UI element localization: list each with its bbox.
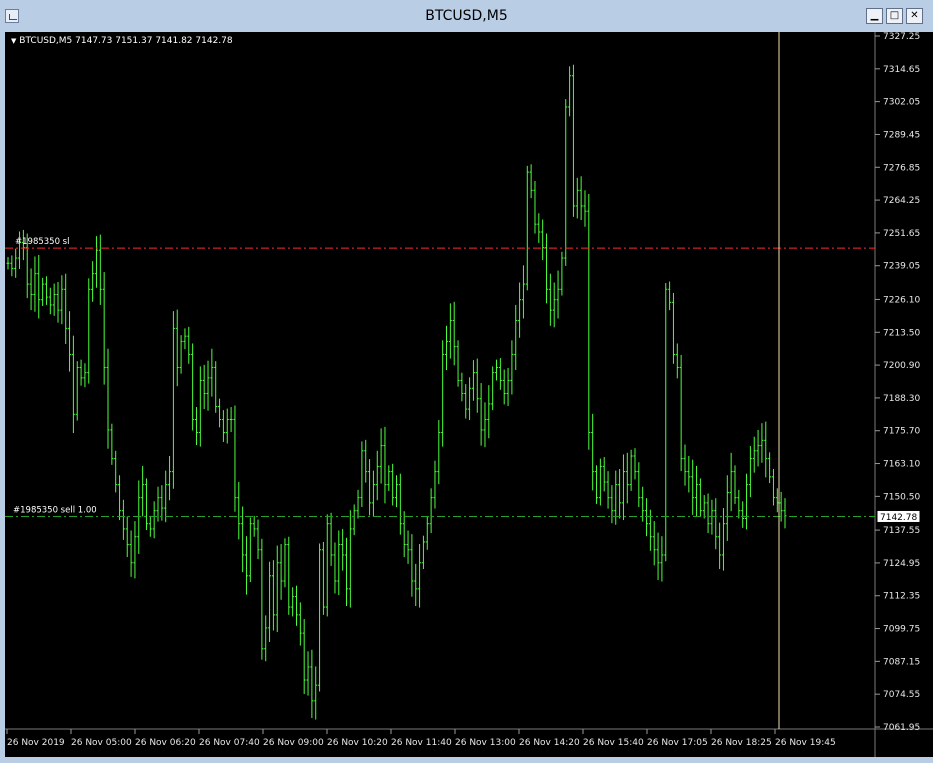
price-tick-label: 7213.50: [883, 328, 920, 338]
time-tick-label: 26 Nov 15:40: [583, 738, 644, 748]
overlays-group: #1985350 sl #1985350 sell 1.00 7142.78: [5, 32, 921, 729]
time-tick-label: 26 Nov 14:20: [519, 738, 580, 748]
current-price-label: 7142.78: [880, 513, 917, 523]
time-tick-label: 26 Nov 10:20: [327, 738, 388, 748]
price-tick-label: 7175.70: [883, 427, 920, 437]
time-tick-label: 26 Nov 05:00: [71, 738, 132, 748]
price-tick-label: 7276.85: [883, 163, 920, 173]
chart-window: BTCUSD,M5 ▁ □ ✕ ▼ BTCUSD,M5 7147.73 7151…: [0, 0, 933, 763]
price-tick-label: 7264.25: [883, 196, 920, 206]
price-tick-label: 7226.10: [883, 295, 920, 305]
price-chart[interactable]: ▼ BTCUSD,M5 7147.73 7151.37 7141.82 7142…: [5, 32, 933, 757]
time-tick-label: 26 Nov 07:40: [199, 738, 260, 748]
price-tick-label: 7188.30: [883, 394, 920, 404]
price-tick-label: 7251.65: [883, 229, 920, 239]
time-tick-label: 26 Nov 2019: [7, 738, 65, 748]
price-tick-label: 7302.05: [883, 98, 920, 108]
price-axis: 7327.25 7314.65 7302.05 7289.45 7276.85 7264.…: [875, 32, 920, 733]
price-tick-label: 7239.05: [883, 262, 920, 272]
time-tick-label: 26 Nov 09:00: [263, 738, 324, 748]
price-tick-label: 7124.95: [883, 559, 920, 569]
price-tick-label: 7163.10: [883, 460, 920, 470]
minimize-button[interactable]: ▁: [866, 8, 883, 24]
price-tick-label: 7061.95: [883, 723, 920, 733]
time-tick-label: 26 Nov 06:20: [135, 738, 196, 748]
close-button[interactable]: ✕: [906, 8, 923, 24]
price-tick-label: 7150.50: [883, 492, 920, 502]
price-tick-label: 7200.90: [883, 361, 920, 371]
chart-canvas[interactable]: #1985350 sl #1985350 sell 1.00 7142.78 732…: [5, 32, 933, 757]
stop-loss-label: #1985350 sl: [15, 237, 69, 247]
time-tick-label: 26 Nov 11:40: [391, 738, 452, 748]
title-bar[interactable]: BTCUSD,M5 ▁ □ ✕: [0, 0, 933, 32]
time-tick-label: 26 Nov 19:45: [775, 738, 836, 748]
time-axis: 26 Nov 2019 26 Nov 05:00 26 Nov 06:20 26 No…: [6, 729, 836, 748]
price-tick-label: 7074.55: [883, 690, 920, 700]
time-tick-label: 26 Nov 18:25: [711, 738, 772, 748]
price-tick-label: 7137.55: [883, 526, 920, 536]
price-tick-label: 7289.45: [883, 130, 920, 140]
price-tick-label: 7099.75: [883, 625, 920, 635]
time-tick-label: 26 Nov 13:00: [455, 738, 516, 748]
price-tick-label: 7112.35: [883, 592, 920, 602]
price-tick-label: 7087.15: [883, 657, 920, 667]
price-tick-label: 7327.25: [883, 32, 920, 42]
candles-group: [6, 64, 787, 720]
maximize-button[interactable]: □: [886, 8, 903, 24]
window-title: BTCUSD,M5: [425, 8, 508, 24]
price-tick-label: 7314.65: [883, 65, 920, 75]
time-tick-label: 26 Nov 17:05: [647, 738, 708, 748]
sell-order-label: #1985350 sell 1.00: [13, 505, 97, 515]
